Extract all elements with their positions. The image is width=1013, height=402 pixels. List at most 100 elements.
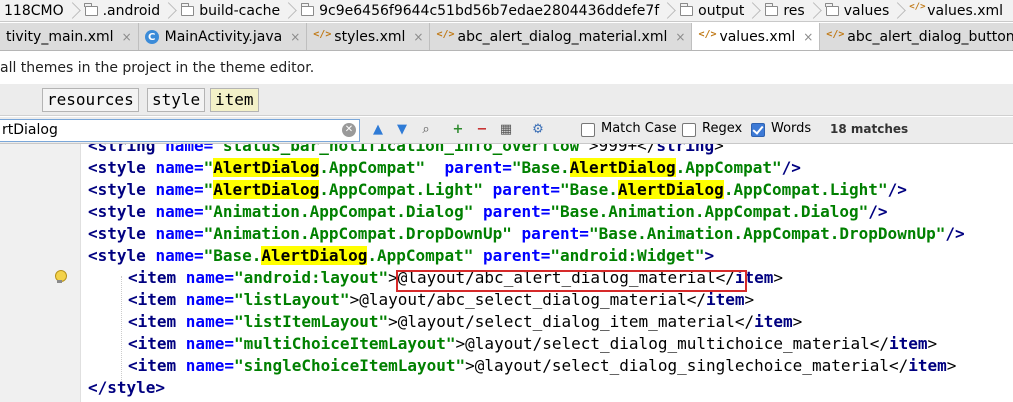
code-line[interactable]: <style name="AlertDialog.AppCompat" pare…: [88, 157, 801, 179]
xml-value-token: "Base.: [560, 180, 618, 199]
editor-tab-label: tivity_main.xml: [6, 29, 114, 45]
breadcrumb-separator-icon: [70, 0, 77, 21]
xml-text-token: >: [927, 334, 938, 353]
folder-icon: [825, 2, 839, 16]
regex-checkbox[interactable]: [682, 123, 696, 137]
breadcrumb-item[interactable]: build-cache: [177, 0, 297, 21]
editor-gutter: [0, 144, 80, 402]
editor-tab[interactable]: styles.xml ×: [307, 23, 431, 50]
folder-icon: [84, 2, 98, 16]
close-tab-icon[interactable]: ×: [290, 30, 300, 44]
xml-tag-token: item: [889, 334, 928, 353]
breadcrumb-item[interactable]: output: [676, 0, 761, 21]
editor-tab[interactable]: C MainActivity.java ×: [139, 23, 308, 50]
regex-label: Regex: [702, 121, 743, 136]
tag-path-style[interactable]: style: [147, 88, 206, 112]
code-line[interactable]: <item name="listItemLayout">@layout/sele…: [128, 311, 802, 333]
xml-value-token: "Animation.AppCompat.DropDownUp": [203, 224, 522, 243]
xml-value-token: .AppCompat": [367, 246, 483, 265]
xml-value-token: .AppCompat.Light": [723, 180, 888, 199]
xml-attribute-token: parent=: [492, 180, 561, 199]
code-line[interactable]: <string name="status_bar_notification_in…: [88, 144, 724, 157]
editor-tab[interactable]: values.xml ×: [692, 23, 821, 50]
code-line[interactable]: <style name="AlertDialog.AppCompat.Light…: [88, 179, 907, 201]
editor-tab[interactable]: tivity_main.xml ×: [0, 23, 139, 50]
xml-file-icon: [436, 29, 454, 44]
match-case-checkbox[interactable]: [581, 123, 595, 137]
code-line[interactable]: <item name="multiChoiceItemLayout">@layo…: [128, 333, 937, 355]
search-match-highlight: AlertDialog: [261, 246, 368, 265]
xml-text-token: >: [744, 290, 755, 309]
xml-tag-token: <item: [128, 334, 186, 353]
xml-tag-token: >: [704, 246, 715, 265]
breadcrumb-separator-icon: [166, 0, 173, 21]
words-checkbox[interactable]: [751, 123, 765, 137]
previous-occurrence-icon[interactable]: ▲: [370, 122, 386, 138]
search-match-highlight: AlertDialog: [213, 158, 320, 177]
xml-tag-token: <item: [128, 312, 186, 331]
close-tab-icon[interactable]: ×: [413, 30, 423, 44]
xml-tag-token: <style: [88, 158, 156, 177]
filter-settings-icon[interactable]: ⚙: [530, 122, 546, 138]
editor-tab-label: abc_alert_dialog_button_bar_mate: [847, 29, 1013, 45]
add-occurrence-icon[interactable]: +: [450, 122, 466, 138]
breadcrumb-label: values.xml: [927, 2, 1004, 19]
close-tab-icon[interactable]: ×: [122, 30, 132, 44]
xml-text-token: >: [792, 312, 803, 331]
code-line[interactable]: </style>: [88, 377, 165, 399]
editor-tab[interactable]: abc_alert_dialog_material.xml ×: [430, 23, 693, 50]
xml-tag-token: />: [781, 158, 801, 177]
breadcrumb-item[interactable]: .android: [81, 0, 178, 21]
search-match-highlight: AlertDialog: [617, 180, 724, 199]
indent-guide: [121, 276, 122, 386]
folder-icon: [180, 2, 195, 16]
code-line[interactable]: <style name="Animation.AppCompat.DropDow…: [88, 223, 965, 245]
xml-value-token: ": [203, 158, 214, 177]
breadcrumb-label: build-cache: [199, 2, 281, 19]
code-line[interactable]: <style name="Base.AlertDialog.AppCompat"…: [88, 245, 714, 267]
code-line[interactable]: <style name="Animation.AppCompat.Dialog"…: [88, 201, 888, 223]
editor-tab[interactable]: abc_alert_dialog_button_bar_mate: [820, 23, 1013, 50]
xml-attribute-token: name=: [185, 312, 234, 331]
tag-path-resources[interactable]: resources: [42, 88, 139, 112]
code-line[interactable]: <item name="listLayout">@layout/abc_sele…: [128, 289, 754, 311]
remove-occurrence-icon[interactable]: −: [474, 122, 490, 138]
code-editor[interactable]: <string name= "status_bar_notification_in…: [0, 144, 1013, 402]
close-tab-icon[interactable]: ×: [803, 30, 813, 44]
next-occurrence-icon[interactable]: ▼: [394, 122, 410, 138]
select-all-occurrences-icon[interactable]: ▦: [498, 122, 514, 138]
close-tab-icon[interactable]: ×: [675, 30, 685, 44]
match-case-label: Match Case: [601, 121, 677, 136]
xml-tag-token: item: [754, 312, 793, 331]
editor-tabs: tivity_main.xml×CMainActivity.java×style…: [0, 23, 1013, 51]
xml-tag-token: <string: [88, 144, 166, 155]
xml-tag-token: <style: [88, 202, 156, 221]
find-all-icon[interactable]: ⌕: [418, 122, 434, 138]
breadcrumb-item[interactable]: 118CMO: [0, 0, 81, 21]
breadcrumb-label: values: [843, 2, 890, 19]
tag-path-item[interactable]: item: [210, 88, 259, 112]
lightbulb-icon[interactable]: [54, 270, 67, 284]
breadcrumb-item[interactable]: values.xml: [906, 0, 1007, 21]
xml-tag-token: <style: [88, 224, 156, 243]
xml-value-token: "multiChoiceItemLayout": [233, 334, 456, 353]
xml-value-token: "listLayout": [233, 290, 350, 309]
xml-tag-token: item: [908, 356, 947, 375]
breadcrumb-item[interactable]: 9c9e6456f9644c51bd56b7edae2804436ddefe7f: [297, 0, 676, 21]
code-line[interactable]: <item name="singleChoiceItemLayout">@lay…: [128, 355, 956, 377]
clear-search-icon[interactable]: ✕: [342, 123, 356, 137]
breadcrumb-label: 9c9e6456f9644c51bd56b7edae2804436ddefe7f: [319, 2, 660, 19]
breadcrumb-separator-icon: [811, 0, 818, 21]
search-input[interactable]: rtDialog: [0, 119, 360, 142]
xml-value-token: "Base.Animation.AppCompat.DropDownUp": [588, 224, 946, 243]
breadcrumb-separator-icon: [750, 0, 757, 21]
breadcrumb-item[interactable]: values: [822, 0, 907, 21]
xml-value-token: "android:Widget": [550, 246, 705, 265]
breadcrumb-separator-icon: [286, 0, 293, 21]
breadcrumb-label: 118CMO: [4, 2, 64, 19]
xml-tag-token: />: [868, 202, 888, 221]
xml-file-icon: [826, 29, 844, 44]
xml-attribute-token: name=: [155, 202, 204, 221]
xml-value-token: "status_bar_notification_info_overflow": [213, 144, 589, 155]
breadcrumb-item[interactable]: res: [761, 0, 821, 21]
